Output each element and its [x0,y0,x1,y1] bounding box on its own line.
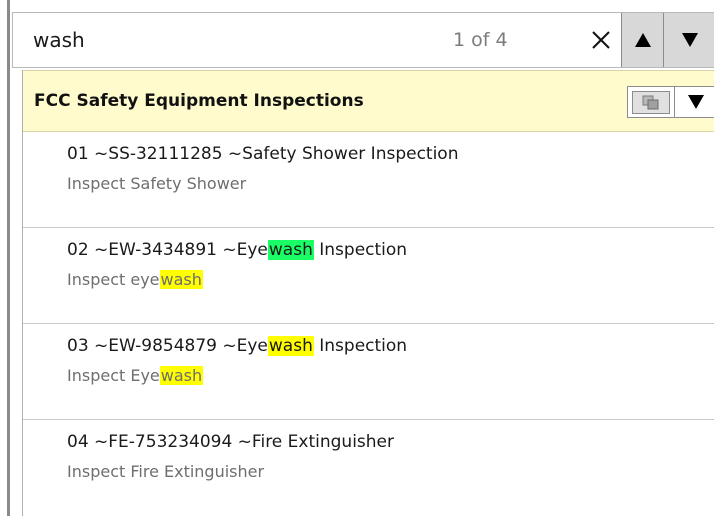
list-item[interactable]: 02 ~EW-3434891 ~Eyewash Inspection Inspe… [23,228,714,324]
item-description: Inspect Safety Shower [67,174,247,193]
description-text: Inspect Eye [67,366,160,385]
item-title: 04 ~FE-753234094 ~Fire Extinguisher [67,432,395,452]
item-title: 02 ~EW-3434891 ~Eyewash Inspection [67,240,407,260]
search-highlight: wash [159,270,203,289]
up-arrow-icon [634,33,651,47]
search-bar: 1 of 4 [12,12,714,68]
group-header[interactable]: FCC Safety Equipment Inspections [23,70,714,132]
title-text: Inspection [313,240,408,260]
clear-search-button[interactable] [581,13,621,67]
item-description: Inspect Fire Extinguisher [67,462,265,481]
close-icon [592,31,610,49]
current-search-highlight: wash [267,240,314,260]
next-match-button[interactable] [663,13,714,67]
previous-match-button[interactable] [621,13,663,67]
match-counter: 1 of 4 [453,29,508,51]
title-text: Inspection [313,336,408,356]
title-text: 03 ~EW-9854879 ~Eye [67,336,268,356]
item-title: 01 ~SS-32111285 ~Safety Shower Inspectio… [67,144,459,164]
description-text: Inspect eye [67,270,160,289]
copy-icon [642,95,659,109]
inspection-list-panel: FCC Safety Equipment Inspections 01 ~SS-… [22,70,714,516]
group-dropdown-button[interactable] [674,87,714,117]
chevron-down-icon [687,95,704,109]
copy-button[interactable] [632,91,670,114]
item-description: Inspect Eyewash [67,366,204,385]
item-title: 03 ~EW-9854879 ~Eyewash Inspection [67,336,407,356]
search-highlight: wash [267,336,314,356]
group-actions [627,86,714,118]
group-title: FCC Safety Equipment Inspections [34,91,364,111]
list-item[interactable]: 04 ~FE-753234094 ~Fire Extinguisher Insp… [23,420,714,516]
item-description: Inspect eyewash [67,270,203,289]
list-item[interactable]: 03 ~EW-9854879 ~Eyewash Inspection Inspe… [23,324,714,420]
left-panel-border [0,0,10,516]
search-highlight: wash [159,366,204,385]
down-arrow-icon [681,33,698,47]
list-item[interactable]: 01 ~SS-32111285 ~Safety Shower Inspectio… [23,132,714,228]
title-text: 02 ~EW-3434891 ~Eye [67,240,268,260]
